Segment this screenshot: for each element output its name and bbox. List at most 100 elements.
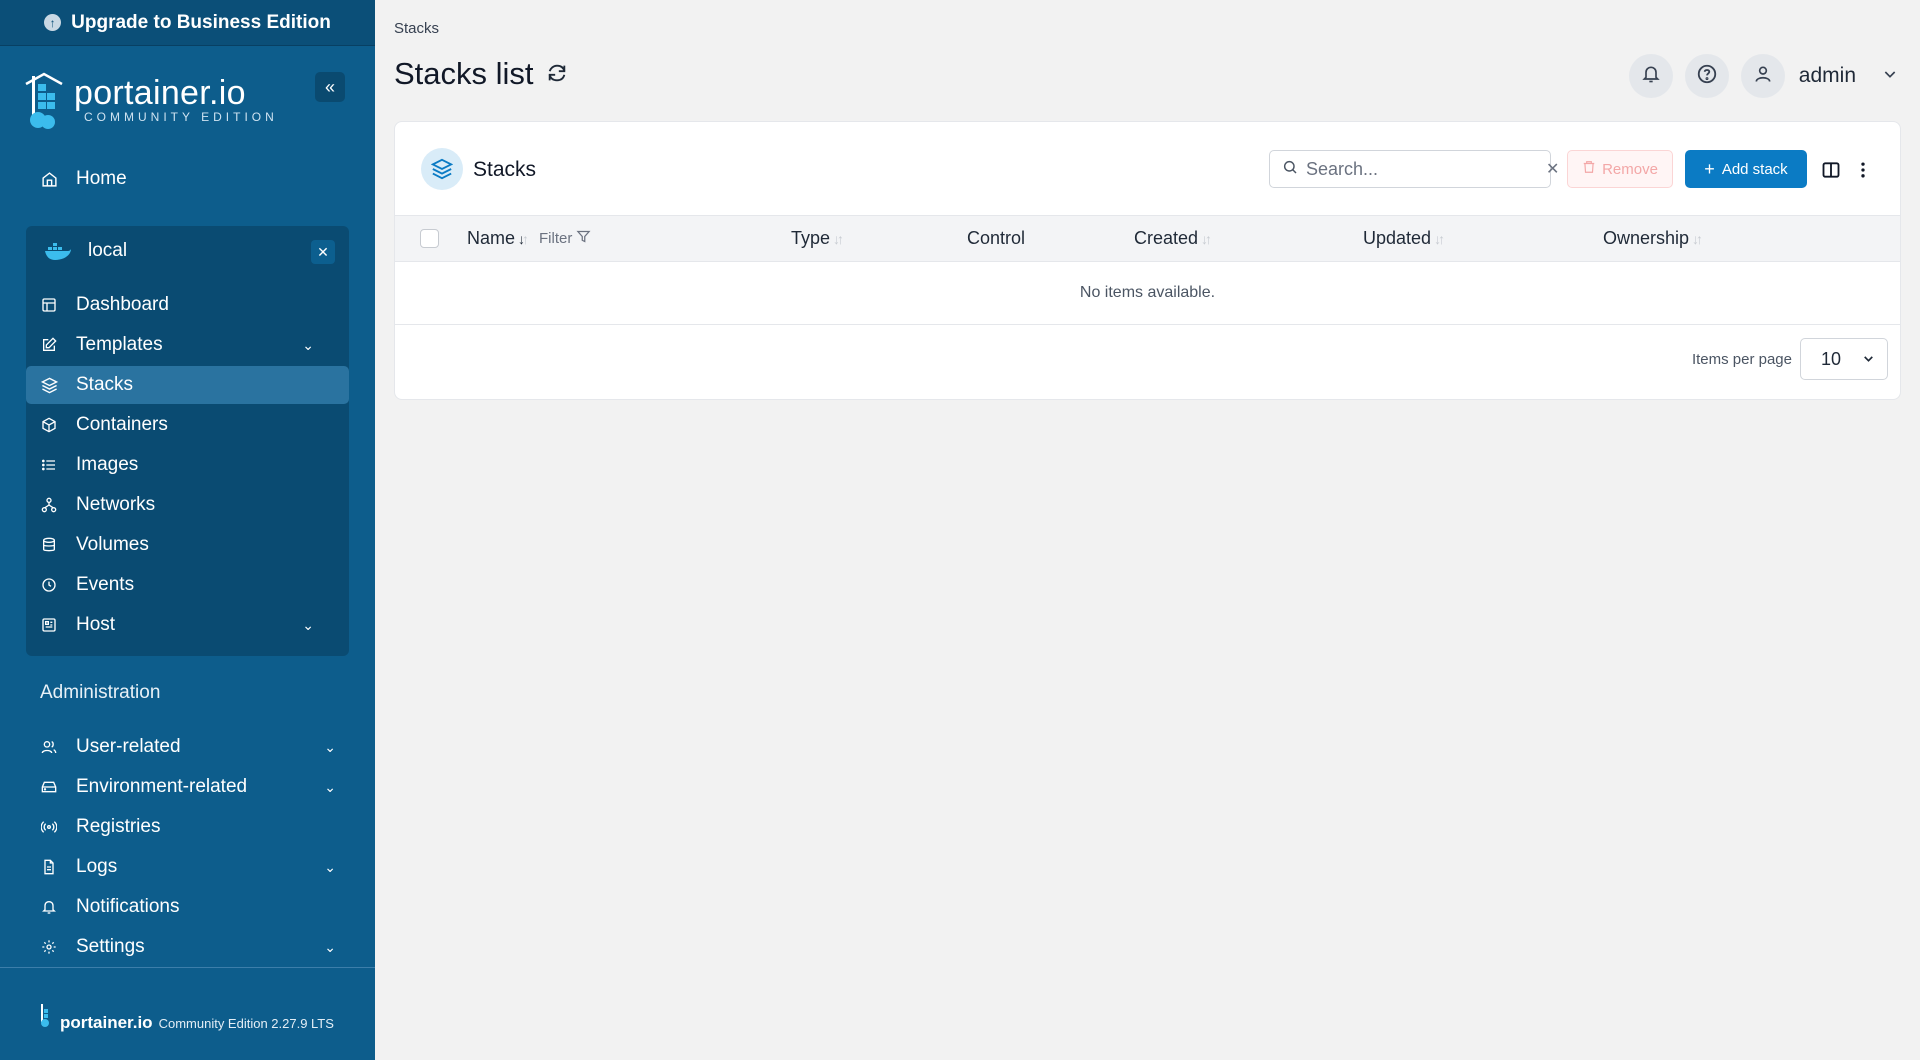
user-menu-button[interactable]	[1740, 54, 1785, 98]
environment-panel: local ✕ Dashboard Templates ⌄ Stacks Con…	[26, 226, 349, 656]
filter-button[interactable]: Filter	[539, 229, 591, 248]
select-all-checkbox[interactable]	[420, 229, 439, 248]
sidebar-item-dashboard[interactable]: Dashboard	[40, 286, 336, 324]
environment-name: local	[88, 240, 128, 261]
notifications-button[interactable]	[1628, 54, 1673, 98]
user-icon	[1753, 64, 1773, 89]
sidebar-item-stacks[interactable]: Stacks	[26, 366, 349, 404]
remove-label: Remove	[1602, 160, 1658, 178]
gear-icon	[40, 938, 58, 956]
chevron-down-icon: ⌄	[324, 858, 336, 875]
layers-icon	[40, 376, 58, 394]
chevrons-left-icon: «	[324, 76, 335, 97]
add-stack-button[interactable]: + Add stack	[1685, 150, 1807, 188]
sort-icon: ↓↑	[1692, 230, 1703, 247]
sidebar-item-label: User-related	[76, 736, 181, 757]
sidebar-item-label: Dashboard	[76, 294, 169, 315]
sidebar-item-host[interactable]: Host ⌄	[40, 606, 336, 644]
column-header-ownership[interactable]: Ownership ↓↑	[1603, 228, 1703, 249]
column-ownership-label: Ownership	[1603, 228, 1690, 248]
trash-icon	[1582, 160, 1596, 178]
sidebar-item-user-related[interactable]: User-related ⌄	[40, 736, 336, 758]
column-type-label: Type	[791, 228, 831, 248]
sidebar: ↑ Upgrade to Business Edition portainer.…	[0, 0, 375, 1060]
refresh-icon[interactable]	[546, 56, 568, 92]
close-icon: ✕	[317, 243, 329, 260]
network-icon	[40, 496, 58, 514]
sidebar-item-containers[interactable]: Containers	[40, 406, 336, 444]
sort-icon: ↓↑	[1434, 230, 1445, 247]
search-input[interactable]	[1306, 158, 1538, 180]
user-name[interactable]: admin	[1799, 64, 1856, 88]
sidebar-item-label: Host	[76, 614, 116, 635]
sidebar-item-label: Environment-related	[76, 776, 248, 797]
sidebar-item-events[interactable]: Events	[40, 566, 336, 604]
sidebar-item-images[interactable]: Images	[40, 446, 336, 484]
column-updated-label: Updated	[1363, 228, 1432, 248]
list-icon	[40, 456, 58, 474]
remove-button[interactable]: Remove	[1567, 150, 1673, 188]
sidebar-item-volumes[interactable]: Volumes	[40, 526, 336, 564]
sidebar-item-settings[interactable]: Settings ⌄	[40, 936, 336, 958]
home-icon	[40, 170, 58, 188]
column-header-updated[interactable]: Updated ↓↑	[1363, 228, 1445, 249]
sidebar-item-notifications[interactable]: Notifications	[40, 896, 336, 918]
collapse-sidebar-button[interactable]: «	[315, 72, 345, 102]
sidebar-item-label: Logs	[76, 856, 118, 877]
sidebar-item-templates[interactable]: Templates ⌄	[40, 326, 336, 364]
bell-icon	[1641, 64, 1661, 89]
search-icon	[1282, 159, 1298, 180]
plus-icon: +	[1704, 159, 1715, 179]
sidebar-divider	[0, 967, 375, 968]
table-header: Name ↓↑ Filter Type ↓↑ Control Created ↓…	[395, 216, 1900, 262]
column-header-control: Control	[967, 228, 1025, 249]
upgrade-banner[interactable]: ↑ Upgrade to Business Edition	[0, 0, 375, 46]
add-stack-label: Add stack	[1721, 160, 1788, 178]
page-title: Stacks list	[394, 56, 534, 91]
sidebar-item-environment-related[interactable]: Environment-related ⌄	[40, 776, 336, 798]
sidebar-item-label: Templates	[76, 334, 163, 355]
sidebar-item-home[interactable]: Home	[40, 168, 127, 190]
column-header-created[interactable]: Created ↓↑	[1134, 228, 1212, 249]
pagination: Items per page 10	[1692, 338, 1888, 380]
administration-heading: Administration	[40, 682, 161, 703]
column-header-name[interactable]: Name ↓↑ Filter	[467, 228, 591, 249]
chevron-down-icon[interactable]	[1882, 66, 1898, 87]
chevron-down-icon: ⌄	[324, 738, 336, 755]
sidebar-item-label: Volumes	[76, 534, 149, 555]
sidebar-item-label: Networks	[76, 494, 156, 515]
help-circle-icon	[1696, 63, 1718, 90]
column-control-label: Control	[967, 228, 1026, 248]
sidebar-item-networks[interactable]: Networks	[40, 486, 336, 524]
chevron-down-icon	[1862, 349, 1875, 370]
close-environment-button[interactable]: ✕	[311, 240, 335, 264]
sidebar-item-logs[interactable]: Logs ⌄	[40, 856, 336, 878]
clear-search-icon[interactable]: ✕	[1546, 159, 1559, 179]
filter-icon	[576, 229, 591, 248]
items-per-page-select[interactable]: 10	[1800, 338, 1888, 380]
sidebar-item-label: Images	[76, 454, 139, 475]
card-title: Stacks	[473, 158, 537, 181]
sidebar-item-label: Registries	[76, 816, 161, 837]
users-icon	[40, 738, 58, 756]
sidebar-item-label: Events	[76, 574, 135, 595]
upgrade-label: Upgrade to Business Edition	[71, 11, 331, 33]
environment-header[interactable]: local	[44, 240, 127, 262]
sidebar-footer: portainer.io Community Edition 2.27.9 LT…	[38, 1002, 334, 1033]
host-icon	[40, 616, 58, 634]
filter-label: Filter	[539, 230, 573, 247]
column-header-type[interactable]: Type ↓↑	[791, 228, 844, 249]
box-icon	[40, 416, 58, 434]
arrow-up-circle-icon: ↑	[44, 14, 62, 31]
logo[interactable]: portainer.io COMMUNITY EDITION	[24, 70, 354, 134]
columns-icon[interactable]	[1821, 160, 1841, 185]
chevron-down-icon: ⌄	[324, 938, 336, 955]
sidebar-item-label: Settings	[76, 936, 145, 957]
sidebar-item-registries[interactable]: Registries	[40, 816, 336, 838]
layers-icon	[421, 148, 463, 190]
more-vertical-icon[interactable]	[1853, 160, 1873, 185]
sidebar-item-label: Notifications	[76, 896, 180, 917]
page-title-row: Stacks list	[394, 56, 568, 92]
drive-icon	[40, 778, 58, 796]
help-button[interactable]	[1684, 54, 1729, 98]
